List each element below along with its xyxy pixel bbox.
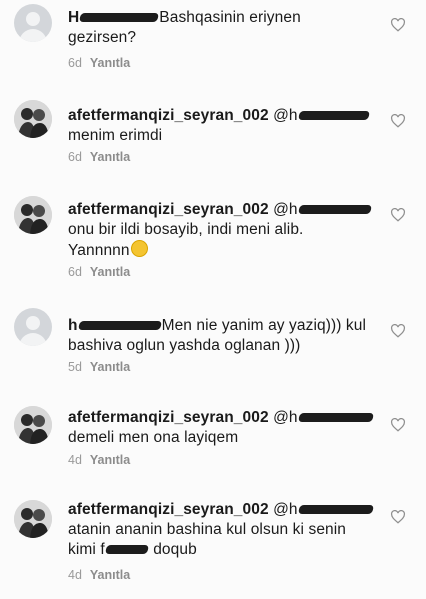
comment-body-line1: Men nie yanim ay yaziq))) kul (161, 317, 367, 334)
heart-icon[interactable] (390, 18, 406, 32)
comments-list: H Bashqasinin eriynen gezirsen? 6d Yanıtla… (0, 0, 426, 599)
comment-item: afetfermanqizi_seyran_002 @h onu bir ild… (0, 186, 426, 286)
comment-body-line2-end: doqub (153, 541, 197, 558)
avatar[interactable] (14, 100, 52, 138)
comment-body-line1: atanin ananin bashina kul olsun ki senin (68, 521, 347, 538)
comment-username[interactable]: afetfermanqizi_seyran_002 (68, 409, 269, 426)
comment-text: h Men nie yanim ay yaziq))) kul bashiva o… (68, 316, 386, 356)
comment-time: 4d (68, 453, 82, 467)
comment-body-line2: gezirsen? (68, 29, 137, 46)
comment-body-line2: bashiva oglun yashda oglanan ))) (68, 337, 301, 354)
reply-button[interactable]: Yanıtla (90, 360, 130, 374)
comment-meta: 4d Yanıtla (68, 453, 130, 467)
avatar[interactable] (14, 500, 52, 538)
avatar-photo (14, 406, 52, 444)
comment-body-line1: demeli men ona layiqem (68, 429, 239, 446)
redacted-mention (297, 111, 370, 121)
comment-item: afetfermanqizi_seyran_002 @h menim erimd… (0, 92, 426, 172)
comment-body-line2: Yannnnn (68, 242, 130, 259)
comment-username[interactable]: h (68, 317, 78, 334)
redacted-mention (297, 505, 374, 515)
avatar[interactable] (14, 196, 52, 234)
comment-item: h Men nie yanim ay yaziq))) kul bashiva o… (0, 302, 426, 382)
heart-icon[interactable] (390, 208, 406, 222)
comment-body-line1: menim erimdi (68, 127, 163, 144)
comment-item: afetfermanqizi_seyran_002 @h demeli men … (0, 396, 426, 476)
mention[interactable]: @h (273, 501, 298, 518)
comment-username[interactable]: H (68, 9, 79, 26)
comment-time: 5d (68, 360, 82, 374)
avatar-photo (14, 500, 52, 538)
heart-icon[interactable] (390, 510, 406, 524)
comment-body-line1: Bashqasinin eriynen (159, 9, 301, 26)
comment-time: 6d (68, 56, 82, 70)
comment-time: 6d (68, 150, 82, 164)
comment-username[interactable]: afetfermanqizi_seyran_002 (68, 201, 269, 218)
comment-username[interactable]: afetfermanqizi_seyran_002 (68, 501, 269, 518)
comment-username[interactable]: afetfermanqizi_seyran_002 (68, 107, 269, 124)
avatar[interactable] (14, 308, 52, 346)
comment-body-line1: onu bir ildi bosayib, indi meni alib. (68, 221, 304, 238)
mention[interactable]: @h (273, 201, 298, 218)
reply-button[interactable]: Yanıtla (90, 265, 130, 279)
comment-meta: 4d Yanıtla (68, 568, 130, 582)
comment-text: afetfermanqizi_seyran_002 @h demeli men … (68, 408, 386, 448)
comment-meta: 6d Yanıtla (68, 265, 130, 279)
mention[interactable]: @h (273, 107, 298, 124)
comment-meta: 6d Yanıtla (68, 56, 130, 70)
reply-button[interactable]: Yanıtla (90, 150, 130, 164)
comment-item: afetfermanqizi_seyran_002 @h atanin anan… (0, 488, 426, 599)
comment-body-line2: kimi f (68, 541, 105, 558)
comment-meta: 5d Yanıtla (68, 360, 130, 374)
avatar-photo (14, 100, 52, 138)
heart-icon[interactable] (390, 114, 406, 128)
mention[interactable]: @h (273, 409, 298, 426)
reply-button[interactable]: Yanıtla (90, 453, 130, 467)
grinning-face-emoji-icon (130, 240, 148, 257)
reply-button[interactable]: Yanıtla (90, 56, 130, 70)
comment-text: H Bashqasinin eriynen gezirsen? (68, 8, 386, 48)
redacted-username (79, 13, 160, 23)
comment-time: 6d (68, 265, 82, 279)
heart-icon[interactable] (390, 324, 406, 338)
reply-button[interactable]: Yanıtla (90, 568, 130, 582)
comment-meta: 6d Yanıtla (68, 150, 130, 164)
redacted-mention (297, 413, 374, 423)
redacted-word (104, 545, 149, 555)
comment-text: afetfermanqizi_seyran_002 @h menim erimd… (68, 106, 386, 146)
avatar-photo (14, 196, 52, 234)
redacted-username (77, 321, 162, 331)
avatar[interactable] (14, 4, 52, 42)
avatar[interactable] (14, 406, 52, 444)
comment-text: afetfermanqizi_seyran_002 @h atanin anan… (68, 500, 386, 560)
comment-item: H Bashqasinin eriynen gezirsen? 6d Yanıtla (0, 0, 426, 80)
comment-time: 4d (68, 568, 82, 582)
comment-text: afetfermanqizi_seyran_002 @h onu bir ild… (68, 200, 386, 261)
heart-icon[interactable] (390, 418, 406, 432)
redacted-mention (297, 205, 372, 215)
